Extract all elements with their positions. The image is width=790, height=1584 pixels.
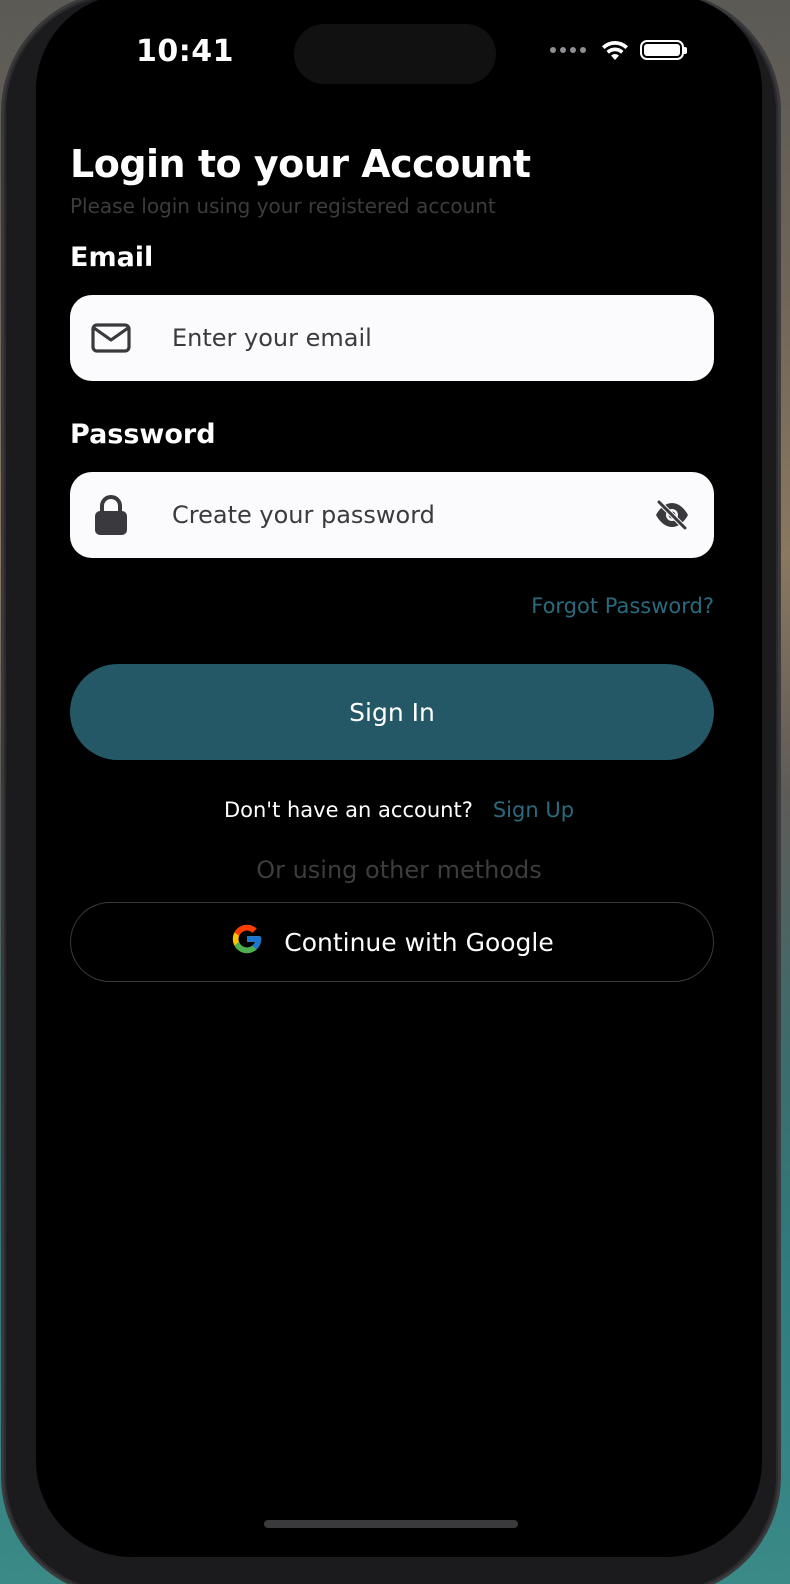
battery-icon — [640, 40, 687, 60]
forgot-password-link[interactable]: Forgot Password? — [531, 594, 714, 618]
email-label: Email — [70, 242, 154, 273]
google-button-label: Continue with Google — [284, 927, 554, 957]
signup-prompt: Don't have an account? Sign Up — [36, 798, 762, 822]
email-input[interactable] — [170, 323, 694, 353]
other-methods-label: Or using other methods — [256, 856, 542, 884]
eye-off-icon[interactable] — [652, 495, 692, 535]
phone-frame: 10:41 Login to your Account Please login… — [4, 0, 778, 1584]
home-indicator[interactable] — [264, 1520, 518, 1528]
mail-icon — [90, 317, 132, 359]
google-logo-icon — [230, 922, 264, 962]
dynamic-island — [294, 24, 496, 84]
signup-question: Don't have an account? — [223, 798, 473, 822]
page-title: Login to your Account — [70, 142, 531, 186]
signal-icon — [550, 47, 586, 53]
email-field[interactable] — [70, 295, 714, 381]
app-screen: 10:41 Login to your Account Please login… — [36, 0, 762, 1557]
sign-in-button[interactable]: Sign In — [70, 664, 714, 760]
sign-up-link[interactable]: Sign Up — [493, 798, 574, 822]
password-input[interactable] — [170, 500, 652, 530]
status-time: 10:41 — [136, 34, 234, 69]
page-subtitle: Please login using your registered accou… — [70, 194, 496, 218]
lock-icon — [90, 494, 132, 536]
status-icons — [550, 38, 687, 62]
wifi-icon — [602, 40, 628, 60]
password-label: Password — [70, 419, 216, 450]
continue-with-google-button[interactable]: Continue with Google — [70, 902, 714, 982]
sign-in-label: Sign In — [349, 697, 435, 727]
password-field[interactable] — [70, 472, 714, 558]
